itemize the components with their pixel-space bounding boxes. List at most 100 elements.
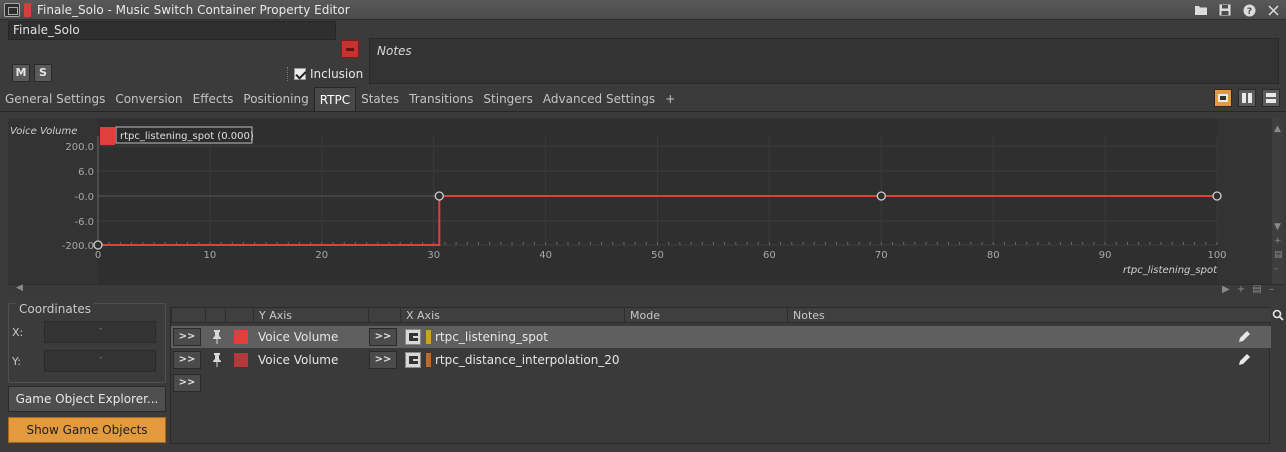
rtpc-table: Y Axis X Axis Mode Notes >> Voice Volume… — [170, 307, 1271, 444]
scroll-left-icon[interactable]: ◀ — [16, 283, 23, 293]
folder-icon[interactable] — [1194, 3, 1208, 17]
rtpc-graph[interactable]: 200.0 6.0 -0.0 -6.0 -200.0 0 10 20 30 40 50 60 70 80 9… — [8, 118, 1272, 284]
mute-button[interactable]: M — [12, 64, 30, 82]
x-tick-label: 70 — [875, 250, 888, 261]
x-coordinate-label: X: — [12, 326, 24, 339]
zoom-fit-icon[interactable]: ▤ — [1274, 250, 1283, 260]
tab-stingers[interactable]: Stingers — [478, 87, 537, 111]
help-icon[interactable]: ? — [1242, 3, 1256, 17]
graph-horizontal-scrollbar[interactable] — [8, 284, 1284, 296]
tab-conversion[interactable]: Conversion — [110, 87, 187, 111]
notes-label: Notes — [377, 44, 412, 58]
curve-point — [434, 191, 444, 201]
curve-point — [93, 240, 103, 250]
add-tab-button[interactable]: + — [660, 87, 680, 111]
header-notes[interactable]: Notes — [787, 308, 1271, 323]
svg-text:?: ? — [1246, 7, 1251, 17]
tab-advanced-settings[interactable]: Advanced Settings — [538, 87, 660, 111]
x-tick-label: 20 — [315, 250, 328, 261]
y-axis-cell[interactable]: Voice Volume — [258, 326, 338, 348]
y-tick-label: 6.0 — [78, 167, 94, 178]
y-coordinate-label: Y: — [12, 355, 21, 368]
expand-y-button[interactable]: >> — [173, 328, 201, 346]
close-icon[interactable] — [1266, 3, 1280, 17]
split-vertical-layout-icon[interactable] — [1238, 89, 1256, 107]
grip-icon — [287, 67, 290, 81]
expand-x-button[interactable]: >> — [369, 351, 397, 369]
title-bar: Finale_Solo - Music Switch Container Pro… — [0, 0, 1286, 20]
table-row[interactable]: >> Voice Volume >> rtpc_distance_interpo… — [171, 349, 1271, 371]
table-row[interactable]: >> — [171, 372, 1271, 394]
tab-positioning[interactable]: Positioning — [238, 87, 313, 111]
x-tick-label: 0 — [95, 250, 101, 261]
table-row[interactable]: >> Voice Volume >> rtpc_listening_spot — [171, 326, 1271, 348]
legend-label: rtpc_listening_spot (0.000) — [120, 131, 254, 142]
inclusion-checkbox[interactable] — [294, 68, 306, 80]
scroll-down-icon[interactable]: ▼ — [1274, 222, 1281, 232]
search-icon[interactable] — [1272, 309, 1284, 321]
parameter-color-bar — [426, 330, 431, 344]
graph-vertical-scrollbar[interactable]: ▲ ▼ + ▤ – — [1272, 118, 1284, 284]
expand-y-button[interactable]: >> — [173, 351, 201, 369]
x-axis-cell[interactable]: rtpc_distance_interpolation_20 — [435, 349, 620, 371]
scroll-up-icon[interactable]: ▲ — [1274, 124, 1281, 134]
header-y-axis[interactable]: Y Axis — [253, 308, 368, 323]
header-expand-col — [171, 308, 205, 323]
x-coordinate-field[interactable] — [44, 321, 156, 343]
add-rtpc-button[interactable]: >> — [173, 374, 201, 392]
header-color-col — [225, 308, 253, 323]
curve-color-swatch[interactable] — [234, 353, 248, 367]
rtpc-curve-chart[interactable]: 200.0 6.0 -0.0 -6.0 -200.00 10 20 30 40 50 60 70 80 9… — [8, 118, 1272, 284]
header-x-axis[interactable]: X Axis — [400, 308, 624, 323]
y-tick-label: -200.0 — [62, 241, 94, 252]
edit-pencil-icon[interactable] — [1237, 330, 1251, 344]
x-tick-label: 30 — [427, 250, 440, 261]
y-tick-label: -6.0 — [74, 217, 94, 228]
y-axis-cell[interactable]: Voice Volume — [258, 349, 338, 371]
y-tick-label: 200.0 — [65, 142, 94, 153]
split-horizontal-layout-icon[interactable] — [1262, 89, 1280, 107]
x-tick-label: 40 — [539, 250, 552, 261]
y-coordinate-field[interactable] — [44, 350, 156, 372]
tab-general-settings[interactable]: General Settings — [0, 87, 110, 111]
edit-pencil-icon[interactable] — [1237, 353, 1251, 367]
tab-transitions[interactable]: Transitions — [404, 87, 478, 111]
inclusion-toggle[interactable]: Inclusion — [287, 67, 363, 81]
color-picker-button[interactable] — [341, 40, 359, 58]
x-axis-cell[interactable]: rtpc_listening_spot — [435, 326, 548, 348]
curve-color-swatch[interactable] — [234, 330, 248, 344]
show-game-objects-button[interactable]: Show Game Objects — [8, 417, 166, 443]
x-tick-label: 90 — [1099, 250, 1112, 261]
tab-states[interactable]: States — [356, 87, 404, 111]
zoom-out-icon[interactable]: – — [1274, 264, 1279, 274]
window-title: Finale_Solo - Music Switch Container Pro… — [37, 2, 350, 17]
legend-swatch — [100, 127, 115, 145]
x-tick-label: 50 — [651, 250, 664, 261]
notes-field[interactable] — [369, 38, 1279, 84]
solo-button[interactable]: S — [34, 64, 52, 82]
tab-rtpc[interactable]: RTPC — [313, 87, 357, 111]
x-tick-label: 60 — [763, 250, 776, 261]
tab-effects[interactable]: Effects — [188, 87, 239, 111]
y-tick-label: -0.0 — [74, 192, 94, 203]
table-vertical-scrollbar[interactable] — [1271, 307, 1284, 444]
parameter-color-bar — [426, 353, 431, 367]
curve-point — [1212, 191, 1222, 201]
expand-x-button[interactable]: >> — [369, 328, 397, 346]
zoom-in-icon[interactable]: + — [1274, 236, 1282, 246]
horizontal-zoom-controls[interactable]: ▶ + ▤ – — [1222, 284, 1276, 295]
object-color-swatch — [24, 2, 31, 17]
single-pane-layout-icon[interactable] — [1214, 89, 1232, 107]
header-mode[interactable]: Mode — [624, 308, 787, 323]
pin-icon[interactable] — [211, 329, 223, 345]
app-icon — [4, 2, 20, 17]
y-axis-label: Voice Volume — [10, 126, 77, 137]
pin-icon[interactable] — [211, 352, 223, 368]
game-parameter-icon — [405, 329, 421, 345]
save-icon[interactable] — [1218, 3, 1232, 17]
object-name-field[interactable]: Finale_Solo — [8, 21, 336, 40]
x-axis-label: rtpc_listening_spot — [1123, 265, 1218, 276]
inclusion-label: Inclusion — [310, 67, 364, 81]
x-tick-label: 100 — [1207, 250, 1226, 261]
game-object-explorer-button[interactable]: Game Object Explorer... — [8, 386, 166, 412]
